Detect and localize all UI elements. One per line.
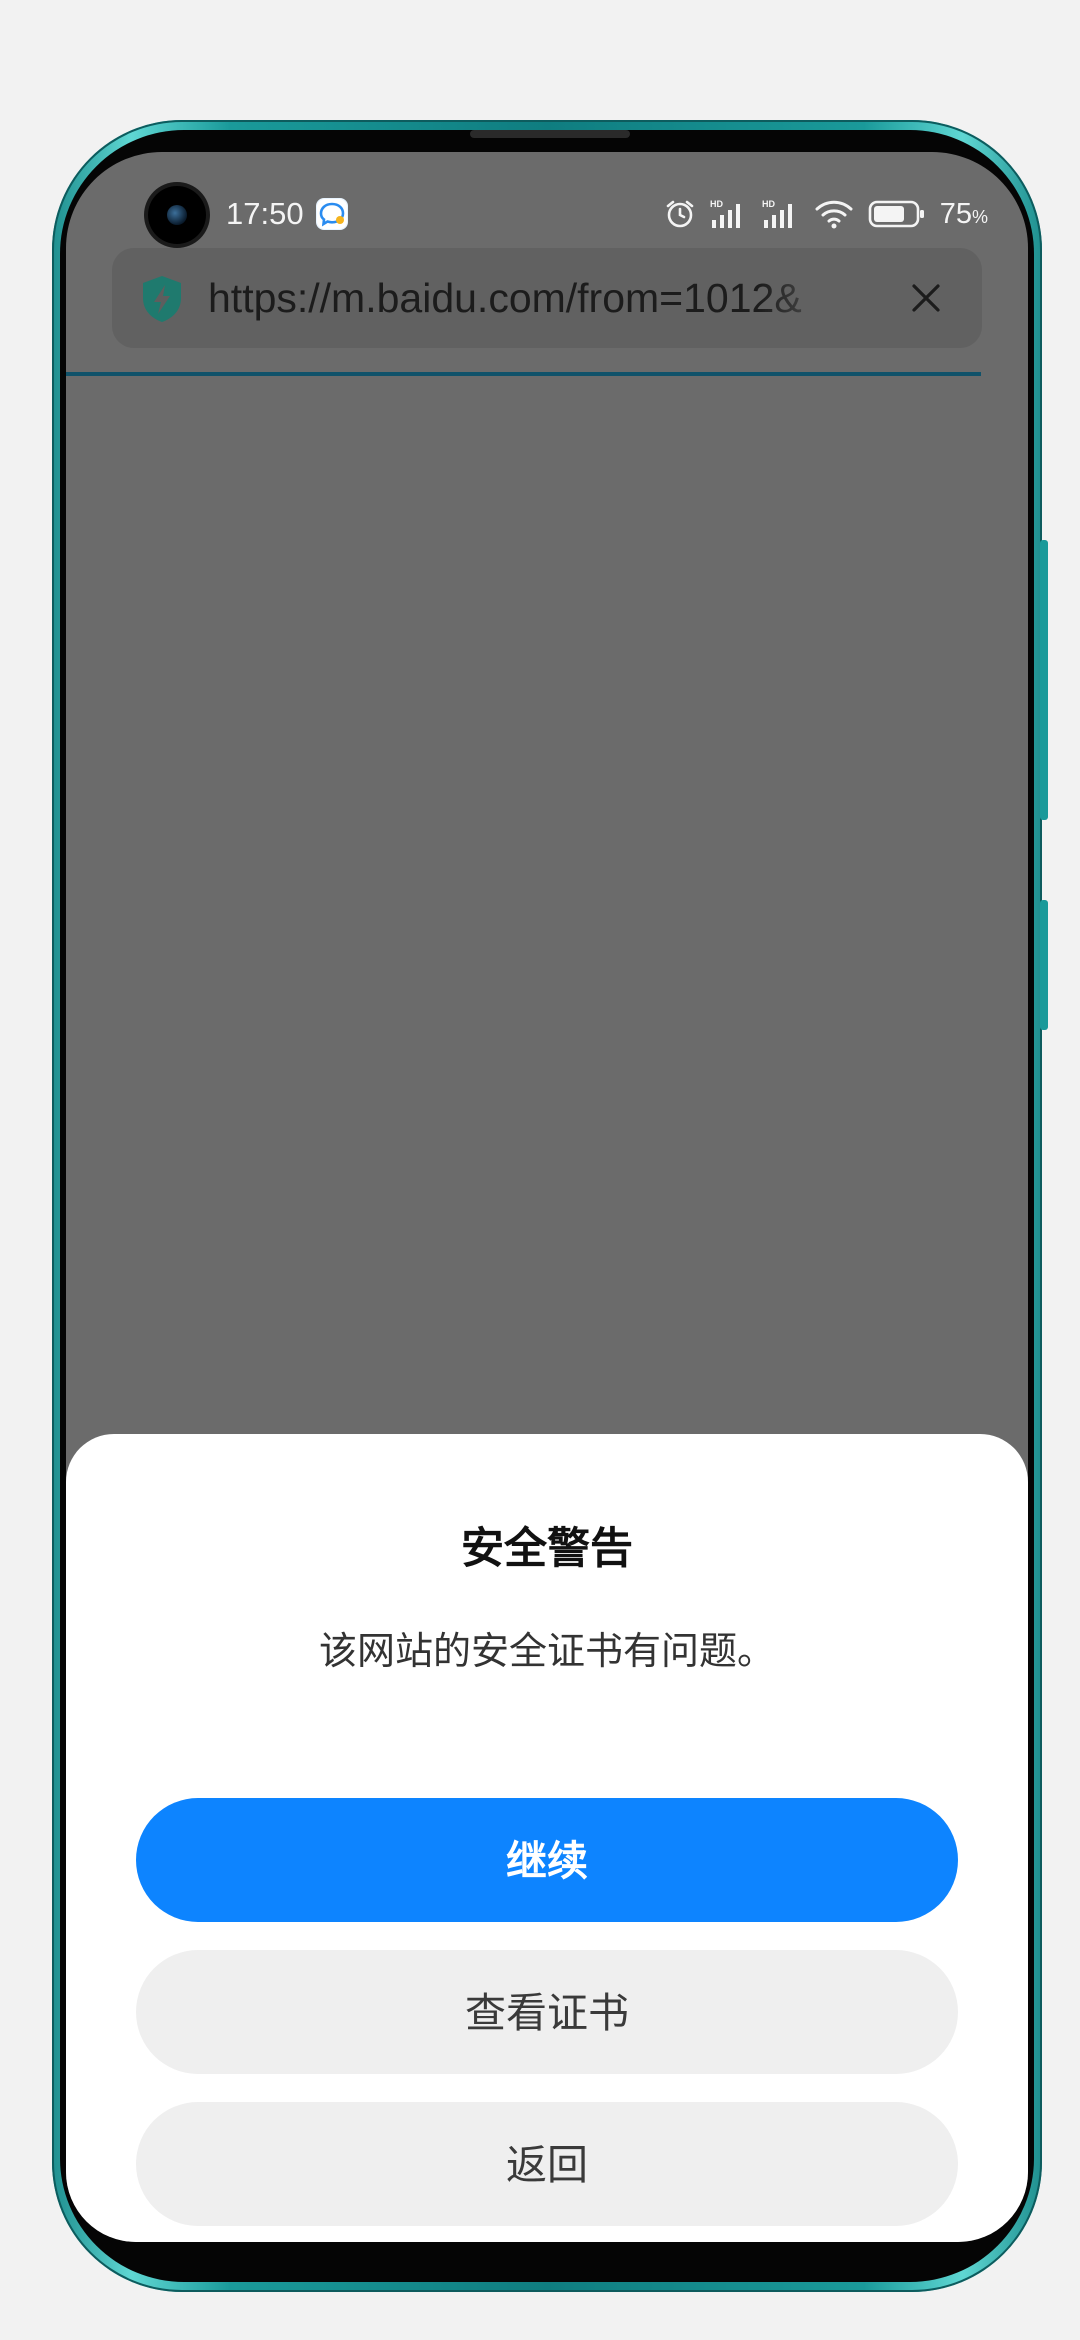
status-time: 17:50	[226, 196, 304, 231]
svg-text:HD: HD	[762, 199, 775, 209]
phone-screen: 17:50 HD HD 75% https://m.baidu.com/from…	[66, 152, 1028, 2242]
security-warning-dialog: 安全警告 该网站的安全证书有问题。 继续 查看证书 返回	[66, 1434, 1028, 2242]
dialog-message: 该网站的安全证书有问题。	[318, 1629, 775, 1673]
svg-text:HD: HD	[710, 199, 723, 209]
battery-percent-unit: %	[971, 206, 988, 227]
back-button[interactable]: 返回	[136, 2102, 958, 2226]
front-camera-icon	[148, 186, 206, 244]
view-certificate-button[interactable]: 查看证书	[136, 1950, 958, 2074]
url-text[interactable]: https://m.baidu.com/from=1012&	[208, 268, 848, 328]
shield-bolt-icon[interactable]	[140, 274, 184, 328]
close-icon[interactable]	[906, 278, 946, 318]
power-button	[1040, 900, 1048, 1030]
hd-signal-icon: HD	[710, 198, 748, 230]
hd-signal-icon: HD	[762, 198, 800, 230]
wifi-icon	[814, 198, 854, 230]
earpiece-speaker	[470, 130, 630, 138]
volume-button	[1040, 540, 1048, 820]
battery-percent-value: 75	[939, 197, 972, 230]
alarm-icon	[664, 198, 696, 230]
status-icons: HD HD 75%	[664, 192, 988, 236]
continue-button[interactable]: 继续	[136, 1798, 958, 1922]
battery-percent: 75%	[940, 198, 988, 231]
page-load-progress	[66, 372, 981, 376]
dialog-title: 安全警告	[461, 1524, 633, 1574]
address-bar[interactable]: https://m.baidu.com/from=1012&	[112, 248, 982, 348]
messenger-notification-icon	[316, 198, 348, 230]
battery-icon	[868, 199, 926, 229]
